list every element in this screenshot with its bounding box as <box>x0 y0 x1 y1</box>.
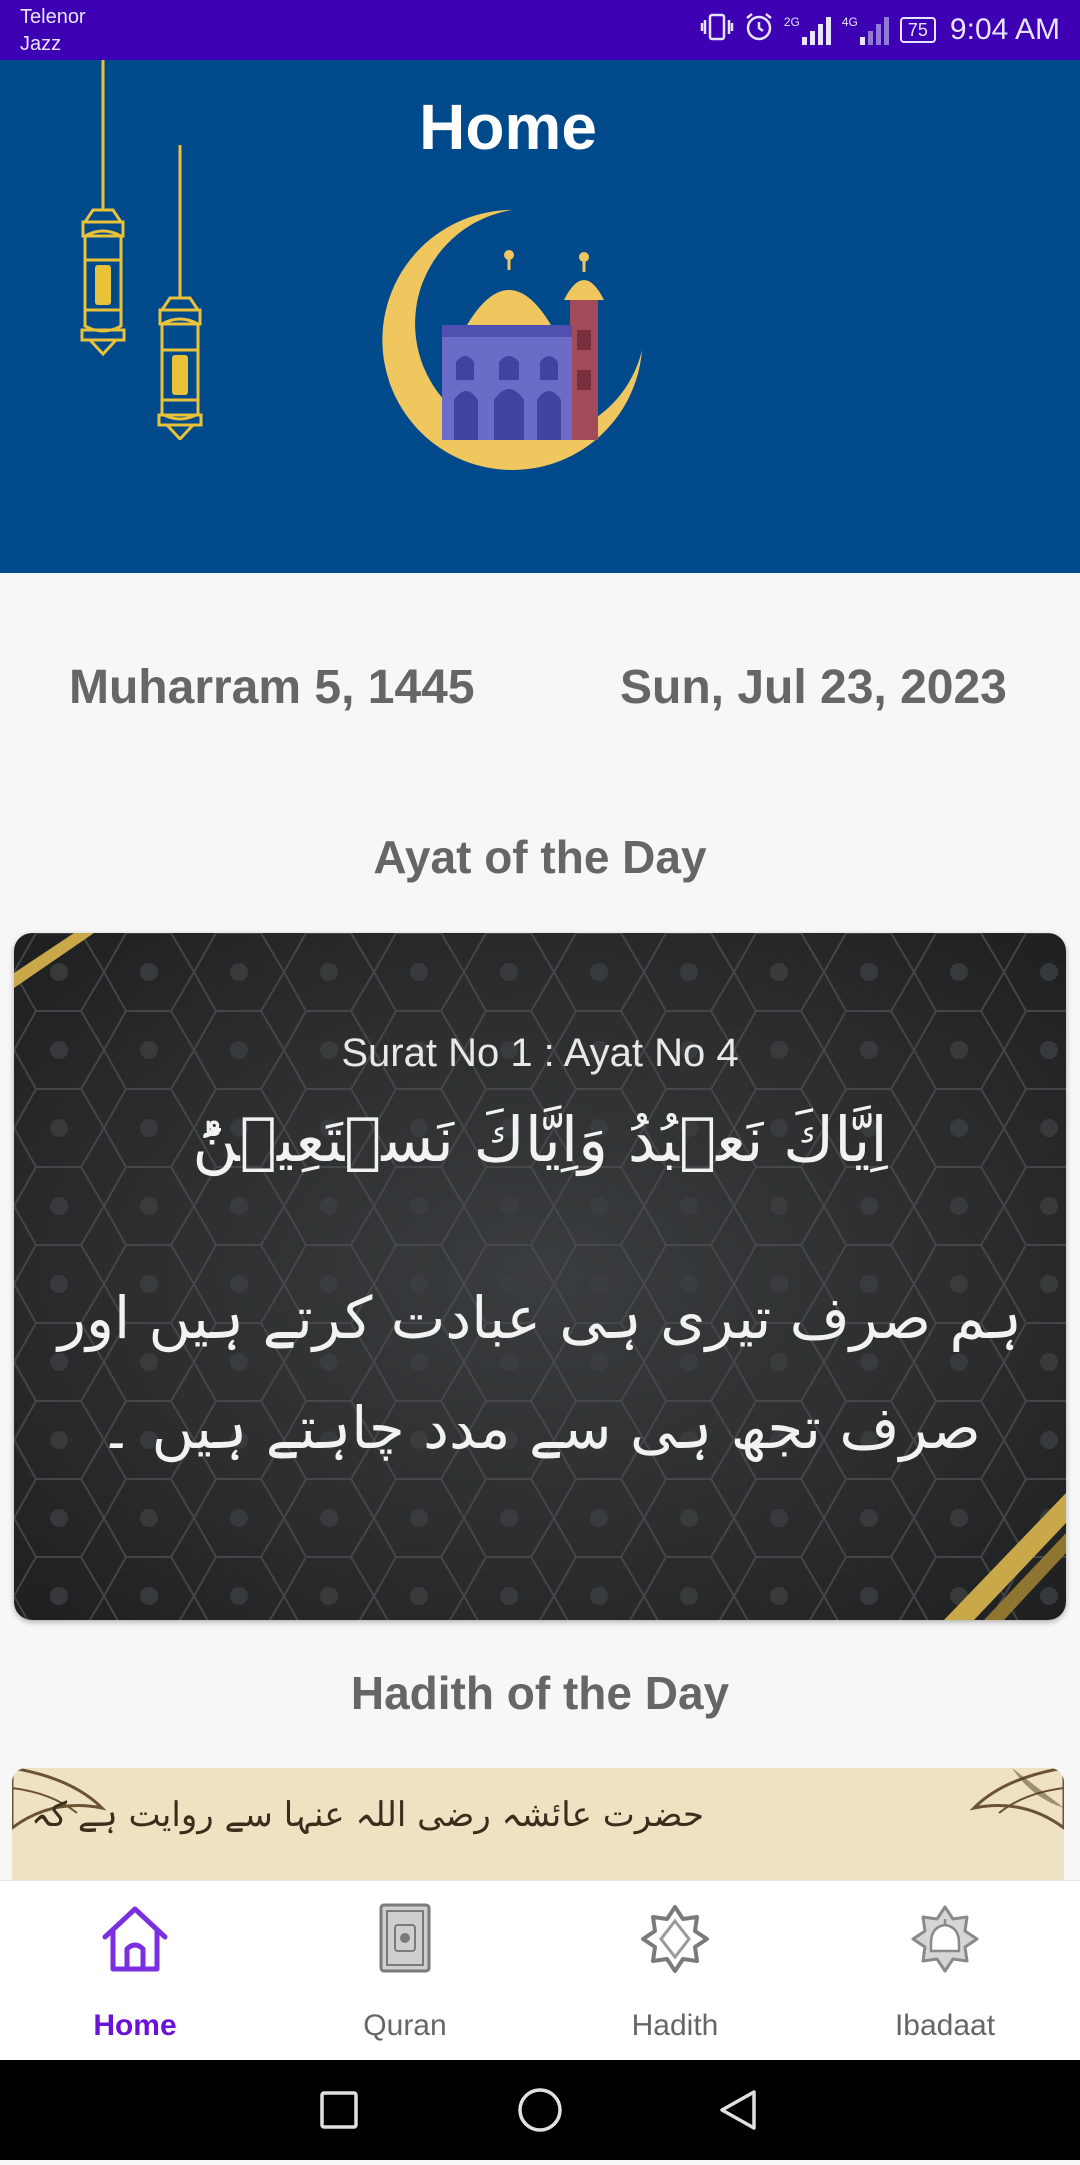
nav-label-hadith: Hadith <box>631 2009 719 2042</box>
nav-label-quran: Quran <box>363 2009 447 2042</box>
mosque-badge-icon <box>911 1905 979 1973</box>
network-type-1: 2G <box>783 15 800 29</box>
nav-label-home: Home <box>93 2009 177 2042</box>
carrier-2: Jazz <box>20 33 62 55</box>
hadith-card[interactable]: حضرت عائشہ رضی اللہ عنہا سے روایت ہے کہ <box>12 1768 1064 1880</box>
status-time: 9:04 AM <box>949 13 1060 46</box>
system-navigation-bar <box>0 2060 1080 2160</box>
hadith-preview-text: حضرت عائشہ رضی اللہ عنہا سے روایت ہے کہ <box>30 1795 704 1835</box>
home-header: Home <box>0 60 1080 573</box>
network-type-2: 4G <box>841 15 858 29</box>
ayat-card[interactable]: Surat No 1 : Ayat No 4 اِيَّاكَ نَعۡبُدُ… <box>14 933 1066 1620</box>
quran-book-icon <box>379 1903 431 1973</box>
nav-item-ibadaat[interactable]: Ibadaat <box>810 1881 1080 2061</box>
nav-item-home[interactable]: Home <box>0 1881 270 2061</box>
home-icon <box>102 1906 168 1972</box>
ayat-reference: Surat No 1 : Ayat No 4 <box>341 1031 739 1075</box>
gregorian-date: Sun, Jul 23, 2023 <box>620 661 1007 714</box>
carrier-1: Telenor <box>20 6 86 28</box>
battery-indicator: 75 <box>899 17 936 43</box>
alarm-icon <box>744 12 774 49</box>
hijri-date: Muharram 5, 1445 <box>69 661 475 714</box>
nav-label-ibadaat: Ibadaat <box>894 2009 996 2042</box>
nav-item-quran[interactable]: Quran <box>270 1881 540 2061</box>
ayat-urdu-translation: ہم صرف تیری ہی عبادت کرتے ہیں اور صرف تج… <box>57 1284 1023 1462</box>
ayat-arabic-text: اِيَّاكَ نَعۡبُدُ وَاِيَّاكَ نَسۡتَعِيۡن… <box>192 1103 888 1176</box>
hadith-section-title: Hadith of the Day <box>350 1667 730 1719</box>
status-icons: 2G 4G 75 9:04 AM <box>700 8 1060 52</box>
status-bar: Telenor Jazz 2G 4G 75 9:04 AM <box>0 0 1080 60</box>
back-button[interactable] <box>720 2090 756 2130</box>
system-nav-buttons <box>320 2088 756 2132</box>
lanterns-icon <box>80 60 203 440</box>
star-badge-icon <box>641 1905 709 1973</box>
vibrate-icon <box>700 12 734 49</box>
signal-2-icon: 4G <box>842 15 890 45</box>
carrier-names: Telenor Jazz <box>20 4 86 58</box>
crescent-mosque-icon <box>382 210 642 470</box>
signal-1-icon: 2G <box>784 15 832 45</box>
bottom-navigation: Home Quran Hadith Ibadaat <box>0 1880 1080 2061</box>
ayat-section-title: Ayat of the Day <box>373 831 707 883</box>
home-system-button[interactable] <box>518 2088 562 2132</box>
recents-button[interactable] <box>320 2091 358 2129</box>
nav-item-hadith[interactable]: Hadith <box>540 1881 810 2061</box>
